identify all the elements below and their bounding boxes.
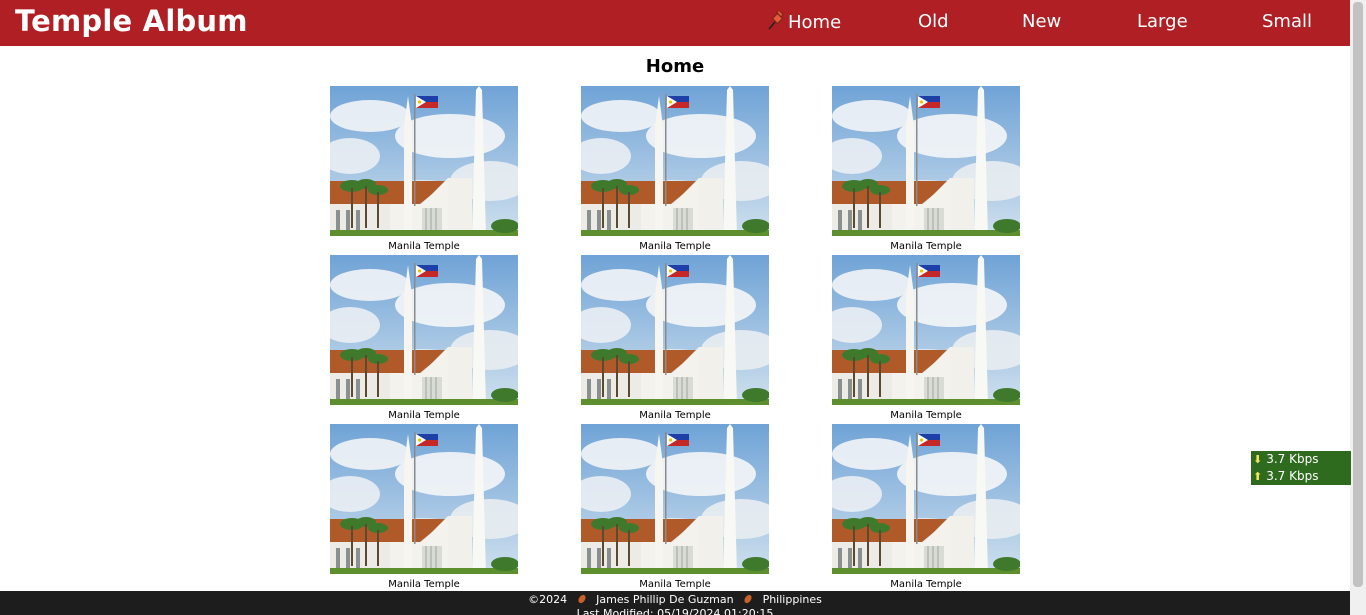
temple-photo[interactable] <box>581 255 769 405</box>
download-speed: 3.7 Kbps <box>1266 452 1319 466</box>
download-speed-row: ⬇ 3.7 Kbps <box>1253 451 1318 467</box>
gallery-item[interactable]: Manila Temple <box>330 255 518 423</box>
nav-label: Large <box>1137 11 1188 32</box>
arrow-up-icon: ⬆ <box>1253 470 1263 483</box>
copyright-text: ©2024 <box>528 593 568 606</box>
upload-speed-row: ⬆ 3.7 Kbps <box>1253 468 1318 484</box>
photo-caption: Manila Temple <box>890 241 962 252</box>
gallery-item[interactable]: Manila Temple <box>832 255 1020 423</box>
temple-photo[interactable] <box>330 86 518 236</box>
nav-link-small[interactable]: Small <box>1262 11 1312 32</box>
photo-caption: Manila Temple <box>639 579 711 590</box>
network-speed-widget: ⬇ 3.7 Kbps ⬆ 3.7 Kbps <box>1251 451 1351 485</box>
nav-link-large[interactable]: Large <box>1137 11 1188 32</box>
temple-photo[interactable] <box>832 424 1020 574</box>
nav-link-new[interactable]: New <box>1022 11 1061 32</box>
leaf-icon <box>744 594 752 604</box>
temple-photo[interactable] <box>581 86 769 236</box>
page-scrollbar[interactable] <box>1350 0 1366 615</box>
page-footer: ©2024 James Phillip De Guzman Philippine… <box>0 591 1350 615</box>
author-name: James Phillip De Guzman <box>596 593 734 606</box>
temple-photo[interactable] <box>832 86 1020 236</box>
nav-label: Small <box>1262 11 1312 32</box>
gallery-item[interactable]: Manila Temple <box>832 86 1020 254</box>
gallery-item[interactable]: Manila Temple <box>330 424 518 592</box>
photo-caption: Manila Temple <box>388 579 460 590</box>
footer-credits: ©2024 James Phillip De Guzman Philippine… <box>0 593 1350 606</box>
gallery-item[interactable]: Manila Temple <box>330 86 518 254</box>
top-navigation-bar: Temple Album Home Old New Large Small <box>0 0 1350 46</box>
scrollbar-thumb[interactable] <box>1353 2 1363 587</box>
photo-caption: Manila Temple <box>388 241 460 252</box>
photo-caption: Manila Temple <box>639 241 711 252</box>
last-modified: Last Modified: 05/19/2024 01:20:15 <box>576 607 774 615</box>
site-title[interactable]: Temple Album <box>15 4 248 38</box>
leaf-icon <box>578 594 586 604</box>
temple-photo[interactable] <box>330 424 518 574</box>
photo-caption: Manila Temple <box>388 410 460 421</box>
photo-caption: Manila Temple <box>890 579 962 590</box>
nav-label: Old <box>918 11 949 32</box>
gallery-item[interactable]: Manila Temple <box>832 424 1020 592</box>
page-title: Home <box>645 56 705 77</box>
nav-label: New <box>1022 11 1062 32</box>
nav-label: Home <box>788 12 842 33</box>
photo-caption: Manila Temple <box>890 410 962 421</box>
pushpin-icon <box>768 11 784 30</box>
gallery-item[interactable]: Manila Temple <box>581 86 769 254</box>
nav-link-home[interactable]: Home <box>766 11 841 33</box>
gallery-item[interactable]: Manila Temple <box>581 255 769 423</box>
arrow-down-icon: ⬇ <box>1253 453 1263 466</box>
gallery-item[interactable]: Manila Temple <box>581 424 769 592</box>
photo-caption: Manila Temple <box>639 410 711 421</box>
upload-speed: 3.7 Kbps <box>1266 469 1319 483</box>
temple-photo[interactable] <box>330 255 518 405</box>
nav-link-old[interactable]: Old <box>918 11 949 32</box>
temple-photo[interactable] <box>581 424 769 574</box>
country-name: Philippines <box>762 593 822 606</box>
temple-photo[interactable] <box>832 255 1020 405</box>
